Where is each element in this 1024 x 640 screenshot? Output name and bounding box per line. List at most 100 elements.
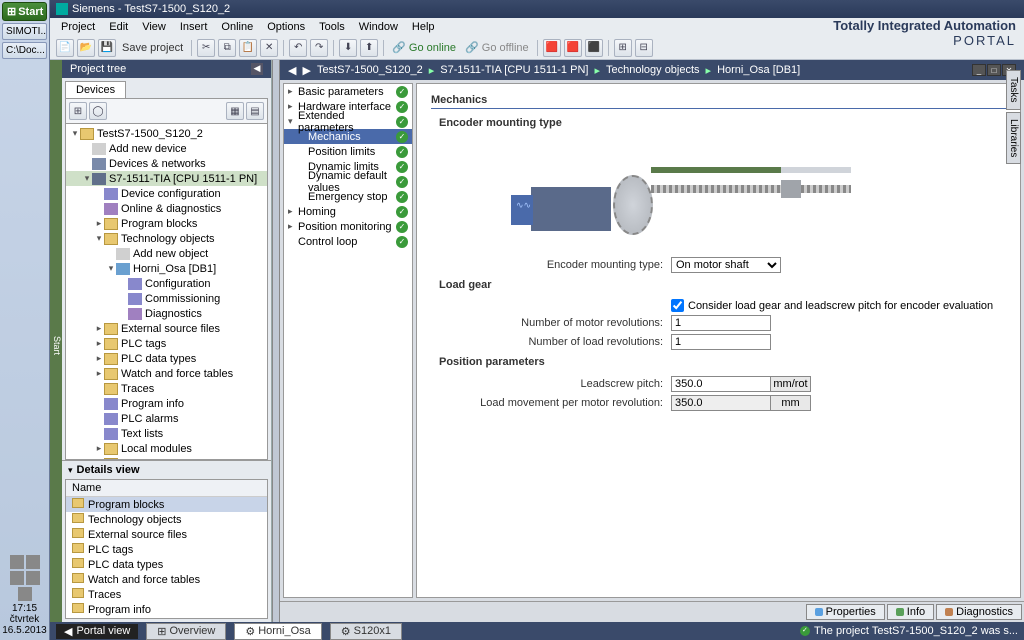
tab-info[interactable]: Info — [887, 604, 934, 620]
details-row[interactable]: Text lists — [66, 617, 267, 619]
editor-min-icon[interactable]: _ — [972, 64, 986, 76]
tree-row[interactable]: Configuration — [66, 276, 267, 291]
details-row[interactable]: Traces — [66, 587, 267, 602]
param-row[interactable]: Control loop✓ — [284, 234, 412, 249]
portal-view-button[interactable]: ◀ Portal view — [56, 624, 138, 639]
tree-tool-icon[interactable]: ⊞ — [69, 102, 87, 120]
cut-button[interactable]: ✂ — [197, 39, 215, 57]
param-row[interactable]: ▾Extended parameters✓ — [284, 114, 412, 129]
status-tab-s120x1[interactable]: ⚙ S120x1 — [330, 623, 402, 640]
go-offline-button[interactable]: 🔗 Go offline — [462, 41, 532, 54]
tree-row[interactable]: Add new object — [66, 246, 267, 261]
nav-back-icon[interactable]: ◀ — [288, 64, 296, 77]
menu-window[interactable]: Window — [354, 20, 403, 34]
save-label[interactable]: Save project — [119, 42, 186, 54]
copy-button[interactable]: ⧉ — [218, 39, 236, 57]
tray-icon[interactable] — [10, 555, 24, 569]
editor-max-icon[interactable]: □ — [987, 64, 1001, 76]
tree-row[interactable]: Device configuration — [66, 186, 267, 201]
delete-button[interactable]: ✕ — [260, 39, 278, 57]
crumb-item[interactable]: Horni_Osa [DB1] — [717, 64, 800, 76]
taskbar-item[interactable]: C:\Doc... — [2, 42, 47, 59]
param-row[interactable]: Position limits✓ — [284, 144, 412, 159]
menu-help[interactable]: Help — [407, 20, 440, 34]
param-row[interactable]: ▸Position monitoring✓ — [284, 219, 412, 234]
tb-icon[interactable]: 🟥 — [543, 39, 561, 57]
side-tab-libraries[interactable]: Libraries — [1006, 112, 1021, 164]
nav-fwd-icon[interactable]: ▶ — [302, 64, 310, 77]
menu-options[interactable]: Options — [262, 20, 310, 34]
project-tree[interactable]: ▾TestS7-1500_S120_2Add new deviceDevices… — [65, 124, 268, 460]
details-row[interactable]: Watch and force tables — [66, 572, 267, 587]
tree-row[interactable]: ▸PLC data types — [66, 351, 267, 366]
download-button[interactable]: ⬆ — [360, 39, 378, 57]
menu-insert[interactable]: Insert — [175, 20, 213, 34]
tree-row[interactable]: Online & diagnostics — [66, 201, 267, 216]
tree-row[interactable]: ▸External source files — [66, 321, 267, 336]
tree-tool-icon[interactable]: ▤ — [246, 102, 264, 120]
tree-row[interactable]: Commissioning — [66, 291, 267, 306]
crumb-item[interactable]: TestS7-1500_S120_2 — [317, 64, 423, 76]
tree-row[interactable]: ▸Watch and force tables — [66, 366, 267, 381]
open-button[interactable]: 📂 — [77, 39, 95, 57]
param-row[interactable]: Emergency stop✓ — [284, 189, 412, 204]
details-row[interactable]: Technology objects — [66, 512, 267, 527]
tree-row[interactable]: Devices & networks — [66, 156, 267, 171]
tree-row[interactable]: ▾TestS7-1500_S120_2 — [66, 126, 267, 141]
tray-icon[interactable] — [26, 571, 40, 585]
details-row[interactable]: Program info — [66, 602, 267, 617]
tab-properties[interactable]: Properties — [806, 604, 885, 620]
param-row[interactable]: ▸Basic parameters✓ — [284, 84, 412, 99]
tb-icon[interactable]: ⊞ — [614, 39, 632, 57]
start-handle[interactable]: Start — [50, 60, 62, 622]
tree-row[interactable]: Program info — [66, 396, 267, 411]
details-row[interactable]: PLC data types — [66, 557, 267, 572]
tb-icon[interactable]: 🟥 — [564, 39, 582, 57]
menu-project[interactable]: Project — [56, 20, 100, 34]
details-row[interactable]: PLC tags — [66, 542, 267, 557]
devices-tab[interactable]: Devices — [65, 81, 126, 98]
tree-row[interactable]: PLC alarms — [66, 411, 267, 426]
tree-tool-icon[interactable]: ◯ — [89, 102, 107, 120]
taskbar-item[interactable]: SIMOTI... — [2, 23, 47, 40]
tray-icon[interactable] — [10, 571, 24, 585]
splitter[interactable] — [272, 60, 280, 622]
tree-row[interactable]: Diagnostics — [66, 306, 267, 321]
motor-rev-input[interactable] — [671, 315, 771, 331]
tb-icon[interactable]: ⊟ — [635, 39, 653, 57]
compile-button[interactable]: ⬇ — [339, 39, 357, 57]
tray-icon[interactable] — [18, 587, 32, 601]
status-tab-overview[interactable]: ⊞ Overview — [146, 623, 226, 640]
start-button[interactable]: ⊞Start — [2, 2, 47, 21]
tb-icon[interactable]: ⬛ — [585, 39, 603, 57]
mount-type-select[interactable]: On motor shaft — [671, 257, 781, 273]
status-tab-horni-osa[interactable]: ⚙ Horni_Osa — [234, 623, 321, 640]
go-online-button[interactable]: 🔗 Go online — [389, 41, 459, 54]
menu-edit[interactable]: Edit — [104, 20, 133, 34]
menu-tools[interactable]: Tools — [314, 20, 350, 34]
collapse-icon[interactable]: ◀ — [251, 63, 263, 75]
undo-button[interactable]: ↶ — [289, 39, 307, 57]
tree-row[interactable]: ▾Horni_Osa [DB1] — [66, 261, 267, 276]
tree-row[interactable]: ▸Local modules — [66, 441, 267, 456]
tray-icon[interactable] — [26, 555, 40, 569]
crumb-item[interactable]: S7-1511-TIA [CPU 1511-1 PN] — [440, 64, 588, 76]
save-icon[interactable]: 💾 — [98, 39, 116, 57]
menu-view[interactable]: View — [137, 20, 171, 34]
tree-row[interactable]: ▾Technology objects — [66, 231, 267, 246]
tree-row[interactable]: ▸Program blocks — [66, 216, 267, 231]
parameter-tree[interactable]: ▸Basic parameters✓▸Hardware interface✓▾E… — [283, 83, 413, 598]
tree-row[interactable]: Text lists — [66, 426, 267, 441]
param-row[interactable]: Dynamic default values✓ — [284, 174, 412, 189]
tree-tool-icon[interactable]: ▦ — [226, 102, 244, 120]
side-tab-tasks[interactable]: Tasks — [1006, 70, 1021, 110]
load-rev-input[interactable] — [671, 334, 771, 350]
consider-load-gear-checkbox[interactable] — [671, 299, 684, 312]
redo-button[interactable]: ↷ — [310, 39, 328, 57]
tree-row[interactable]: ▸PLC tags — [66, 336, 267, 351]
details-row[interactable]: Program blocks — [66, 497, 267, 513]
details-row[interactable]: External source files — [66, 527, 267, 542]
tree-row[interactable]: ▾S7-1511-TIA [CPU 1511-1 PN] — [66, 171, 267, 186]
menu-online[interactable]: Online — [216, 20, 258, 34]
tab-diagnostics[interactable]: Diagnostics — [936, 604, 1022, 620]
